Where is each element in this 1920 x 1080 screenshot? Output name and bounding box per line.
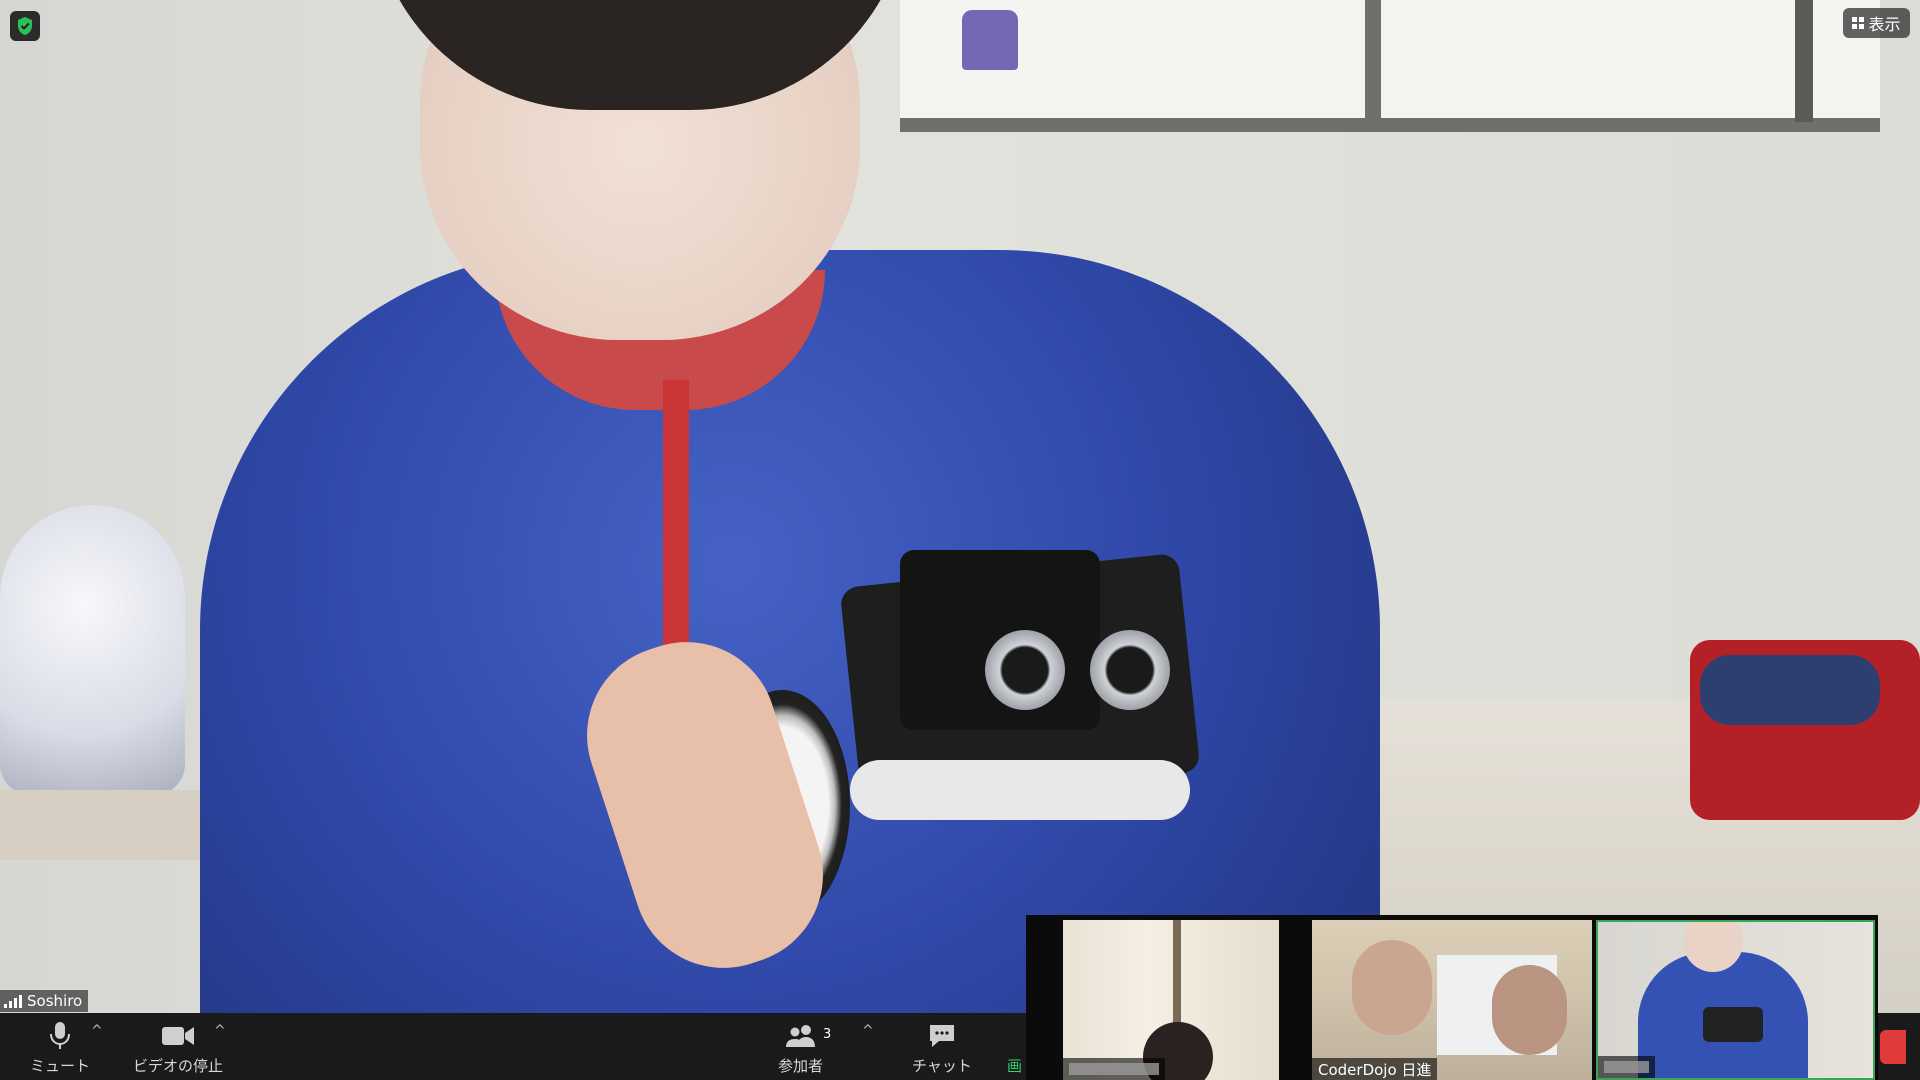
gallery-side-tab[interactable] [1880,1030,1906,1064]
thumbnail-person [1492,965,1567,1055]
ultrasonic-sensor-right [1090,630,1170,710]
thumbnail-name-tag [1063,1058,1165,1080]
security-shield-icon[interactable] [10,11,40,41]
signal-strength-icon [4,994,22,1008]
grid-icon [1852,17,1865,29]
bottle [962,10,1018,70]
redacted-name [1069,1063,1159,1075]
microphone-icon [49,1019,71,1053]
shelf [0,790,205,860]
thumbnail-person [1352,940,1432,1035]
video-camera-icon [161,1019,195,1053]
mute-button[interactable]: ミュート [30,1019,90,1076]
window-frame [1365,0,1381,118]
view-button-label: 表示 [1868,15,1901,34]
stop-video-button[interactable]: ビデオの停止 [133,1019,223,1076]
redacted-name [1604,1061,1649,1073]
participant-thumbnail[interactable] [1063,920,1279,1080]
background-window [900,0,1880,132]
robot-base [850,760,1190,820]
ultrasonic-sensor-left [985,630,1065,710]
participant-name-tag: Soshiro [0,990,89,1012]
participant-thumbnail-active-speaker[interactable] [1596,920,1875,1080]
mute-label: ミュート [30,1057,91,1075]
thumbnail-name-tag [1598,1056,1655,1078]
window-frame-right [1795,0,1813,122]
audio-options-chevron-icon[interactable]: ^ [91,1023,103,1039]
thumbnail-name-tag: CoderDojo 日進 [1312,1058,1438,1080]
participant-thumbnail[interactable]: CoderDojo 日進 [1312,920,1592,1080]
participants-icon [784,1019,818,1053]
bag-cloth [1700,655,1880,725]
view-button[interactable]: 表示 [1843,8,1910,38]
participants-label: 参加者 [778,1057,824,1075]
chat-button[interactable]: チャット [912,1019,972,1076]
participants-options-chevron-icon[interactable]: ^ [862,1023,874,1039]
participants-count-badge: 3 [823,1027,832,1042]
thumbnail-robot [1703,1007,1763,1042]
chat-bubble-icon [927,1019,957,1053]
gallery-strip: CoderDojo 日進 [1026,915,1878,1080]
chat-label: チャット [912,1057,972,1075]
video-options-chevron-icon[interactable]: ^ [214,1023,226,1039]
participant-name: Soshiro [27,992,83,1010]
thumbnail-name: CoderDojo 日進 [1318,1060,1432,1079]
humidifier [0,505,185,795]
participants-button[interactable]: 参加者 [778,1019,823,1076]
stop-video-label: ビデオの停止 [133,1057,224,1075]
main-video [0,0,1920,1013]
share-screen-label[interactable]: 画 [1007,1055,1022,1076]
